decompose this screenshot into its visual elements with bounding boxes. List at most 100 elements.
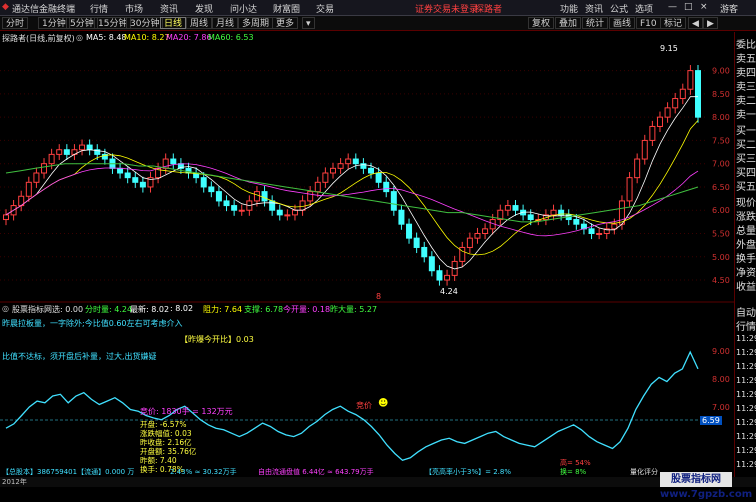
ma60-line	[5, 163, 699, 223]
sidebar-buy1: 买一	[736, 126, 756, 137]
tab-30min[interactable]: 30分钟	[126, 17, 164, 29]
trade-time: 11:29	[736, 446, 756, 455]
candle	[482, 228, 489, 235]
candle	[626, 177, 633, 202]
guest-label[interactable]: 游客	[720, 2, 738, 15]
trade-time: 11:29	[736, 376, 756, 385]
high-price-label: 9.15	[660, 44, 678, 53]
candle	[223, 200, 230, 207]
draw-button[interactable]: 画线	[609, 17, 636, 29]
indicator-axis-label: 8.00	[712, 375, 730, 384]
menu-shichang[interactable]: 市场	[125, 2, 143, 15]
candle	[253, 191, 260, 202]
candle	[284, 214, 291, 217]
candle	[596, 233, 603, 235]
stat-fenshiliang: 分时量: 4.24	[85, 305, 133, 314]
menu-zixun-right[interactable]: 资讯	[585, 2, 603, 15]
candle	[588, 228, 595, 235]
close-icon[interactable]: ×	[700, 2, 708, 12]
note-line-2: 【昨爆今开比】0.03	[180, 335, 254, 344]
fuquan-button[interactable]: 复权	[528, 17, 555, 29]
candle	[504, 205, 511, 211]
price-axis-label: 5.00	[712, 253, 730, 262]
trade-time: 11:29	[736, 334, 756, 343]
indicator-settings-icon[interactable]: ◎	[2, 304, 9, 313]
tab-daily[interactable]: 日线	[160, 17, 187, 29]
light-rate: 【亮高率小于3%】= 2.8%	[425, 468, 511, 476]
sidebar-auto[interactable]: 自动	[736, 304, 756, 319]
candle	[231, 205, 238, 211]
candle	[261, 191, 268, 202]
sidebar-price: 现价	[736, 198, 756, 209]
app-title: 通达信金融终端	[12, 5, 76, 15]
stat-resistance: 阻力: 7.64	[203, 305, 243, 314]
tab-multi-period[interactable]: 多周期	[238, 17, 274, 29]
sidebar-volume: 总量	[736, 226, 756, 237]
stats-button[interactable]: 统计	[582, 17, 609, 29]
stat-latest: 最新: 8.02	[130, 305, 170, 314]
menu-hangqing[interactable]: 行情	[90, 2, 108, 15]
mark-button[interactable]: 标记	[660, 17, 687, 29]
stats-box-line: 昨额: 7.40	[140, 456, 177, 465]
menu-gongneng[interactable]: 功能	[560, 2, 578, 15]
menu-wenxiaoda[interactable]: 问小达	[230, 2, 257, 15]
dropdown-arrow-icon[interactable]: ▾	[302, 17, 315, 29]
total-shares: 【总股本】386759401【流通】0.000 万	[2, 468, 135, 476]
candle	[695, 70, 701, 118]
menu-xuanxiang[interactable]: 选项	[635, 2, 653, 15]
candle	[375, 172, 382, 183]
candle	[406, 223, 413, 239]
indicator-title: 股票指标网	[12, 305, 52, 314]
sidebar-sell1: 卖一	[736, 110, 756, 121]
sidebar-outer: 外盘	[736, 240, 756, 251]
maximize-icon[interactable]: □	[684, 2, 693, 12]
candle	[436, 270, 443, 281]
sidebar-buy3: 买三	[736, 154, 756, 165]
tab-1min[interactable]: 1分钟	[38, 17, 70, 29]
menu-gongshi[interactable]: 公式	[610, 2, 628, 15]
sidebar-sell3: 卖三	[736, 82, 756, 93]
candle	[466, 237, 473, 248]
ma5-line	[5, 96, 698, 270]
candle	[314, 181, 321, 193]
prev-icon[interactable]: ◀	[688, 17, 703, 29]
tab-weekly[interactable]: 周线	[186, 17, 213, 29]
menu-caifuquan[interactable]: 财富圈	[273, 2, 300, 15]
ratio-shares: 2.43% ≈ 30.32万手	[170, 468, 237, 476]
statusbar: 2012年	[0, 477, 756, 487]
period-toolbar: 分时 1分钟 5分钟 15分钟 30分钟 日线 周线 月线 多周期 更多 ▾ 复…	[0, 16, 756, 31]
next-icon[interactable]: ▶	[703, 17, 718, 29]
candle	[208, 186, 215, 193]
candle	[79, 144, 86, 151]
stat-open-volume: 今开量: 0.18	[283, 305, 331, 314]
trade-time: 11:29	[736, 404, 756, 413]
indicator-axis-label: 9.00	[712, 347, 730, 356]
minimize-icon[interactable]: —	[668, 2, 677, 12]
tab-more[interactable]: 更多	[272, 17, 299, 29]
menu-faxian[interactable]: 发现	[195, 2, 213, 15]
f10-button[interactable]: F10	[636, 17, 661, 29]
candle	[322, 172, 329, 183]
login-notice[interactable]: 证券交易未登录	[415, 2, 478, 15]
tab-monthly[interactable]: 月线	[212, 17, 239, 29]
year-label: 2012年	[2, 478, 27, 486]
trade-time: 11:29	[736, 432, 756, 441]
overlay-button[interactable]: 叠加	[555, 17, 582, 29]
sidebar-change: 涨跌	[736, 212, 756, 223]
tab-fenshi[interactable]: 分时	[2, 17, 29, 29]
candle	[337, 163, 344, 169]
candle	[368, 167, 375, 174]
menubar: ◆ 通达信金融终端 行情 市场 资讯 发现 问小达 财富圈 交易 证券交易未登录…	[0, 0, 756, 16]
menu-zixun[interactable]: 资讯	[160, 2, 178, 15]
candle	[307, 191, 314, 202]
sidebar-quote[interactable]: 行情	[736, 318, 756, 333]
candle	[124, 172, 131, 179]
stats-box-line: 开盘额: 35.76亿	[140, 447, 197, 456]
candle	[200, 177, 207, 188]
candle	[48, 153, 55, 165]
trade-time: 11:29	[736, 390, 756, 399]
candle	[276, 209, 283, 216]
candle	[634, 158, 641, 179]
menu-jiaoyi[interactable]: 交易	[316, 2, 334, 15]
tab-5min[interactable]: 5分钟	[66, 17, 98, 29]
